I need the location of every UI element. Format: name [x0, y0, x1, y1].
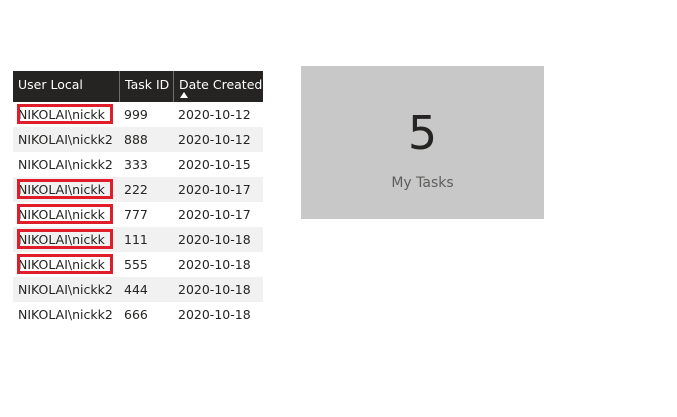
cell-user-local: NIKOLAI\nickk2: [18, 132, 113, 147]
cell-user-local: NIKOLAI\nickk: [18, 257, 105, 272]
cell-task-id: 777: [124, 207, 148, 222]
cell-user-local: NIKOLAI\nickk: [18, 207, 105, 222]
table-row[interactable]: NIKOLAI\nickk2 444 2020-10-18: [13, 277, 263, 302]
cell-user-local: NIKOLAI\nickk2: [18, 282, 113, 297]
table-row[interactable]: NIKOLAI\nickk2 666 2020-10-18: [13, 302, 263, 327]
cell-date-created: 2020-10-15: [178, 157, 251, 172]
table-header: User Local Task ID Date Created: [13, 71, 263, 102]
column-header-task-id[interactable]: Task ID: [119, 71, 173, 102]
tasks-table[interactable]: User Local Task ID Date Created NIKOLAI\…: [13, 71, 263, 327]
sort-ascending-icon: [180, 92, 188, 98]
cell-date-created: 2020-10-12: [178, 132, 251, 147]
column-header-label: Date Created: [179, 77, 263, 92]
table-body: NIKOLAI\nickk 999 2020-10-12 NIKOLAI\nickk2…: [13, 102, 263, 327]
cell-task-id: 111: [124, 232, 148, 247]
report-canvas: User Local Task ID Date Created NIKOLAI\…: [0, 0, 677, 417]
cell-user-local: NIKOLAI\nickk2: [18, 157, 113, 172]
my-tasks-card[interactable]: 5 My Tasks: [301, 66, 544, 219]
cell-date-created: 2020-10-12: [178, 107, 251, 122]
cell-task-id: 555: [124, 257, 148, 272]
table-row[interactable]: NIKOLAI\nickk 777 2020-10-17: [13, 202, 263, 227]
cell-user-local: NIKOLAI\nickk: [18, 232, 105, 247]
cell-user-local: NIKOLAI\nickk2: [18, 307, 113, 322]
card-label: My Tasks: [391, 175, 454, 191]
cell-user-local: NIKOLAI\nickk: [18, 182, 105, 197]
cell-task-id: 999: [124, 107, 148, 122]
cell-date-created: 2020-10-17: [178, 182, 251, 197]
table-row[interactable]: NIKOLAI\nickk2 333 2020-10-15: [13, 152, 263, 177]
cell-date-created: 2020-10-18: [178, 257, 251, 272]
table-row[interactable]: NIKOLAI\nickk 222 2020-10-17: [13, 177, 263, 202]
cell-date-created: 2020-10-18: [178, 282, 251, 297]
column-header-label: Task ID: [125, 77, 170, 92]
cell-task-id: 888: [124, 132, 148, 147]
cell-user-local: NIKOLAI\nickk: [18, 107, 105, 122]
table-row[interactable]: NIKOLAI\nickk 111 2020-10-18: [13, 227, 263, 252]
table-row[interactable]: NIKOLAI\nickk 999 2020-10-12: [13, 102, 263, 127]
cell-date-created: 2020-10-18: [178, 307, 251, 322]
column-header-label: User Local: [18, 77, 83, 92]
cell-task-id: 333: [124, 157, 148, 172]
card-value: 5: [407, 106, 438, 160]
cell-task-id: 222: [124, 182, 148, 197]
table-row[interactable]: NIKOLAI\nickk 555 2020-10-18: [13, 252, 263, 277]
column-header-user-local[interactable]: User Local: [13, 71, 119, 102]
cell-date-created: 2020-10-18: [178, 232, 251, 247]
table-row[interactable]: NIKOLAI\nickk2 888 2020-10-12: [13, 127, 263, 152]
column-header-date-created[interactable]: Date Created: [173, 71, 263, 102]
cell-task-id: 444: [124, 282, 148, 297]
cell-task-id: 666: [124, 307, 148, 322]
cell-date-created: 2020-10-17: [178, 207, 251, 222]
